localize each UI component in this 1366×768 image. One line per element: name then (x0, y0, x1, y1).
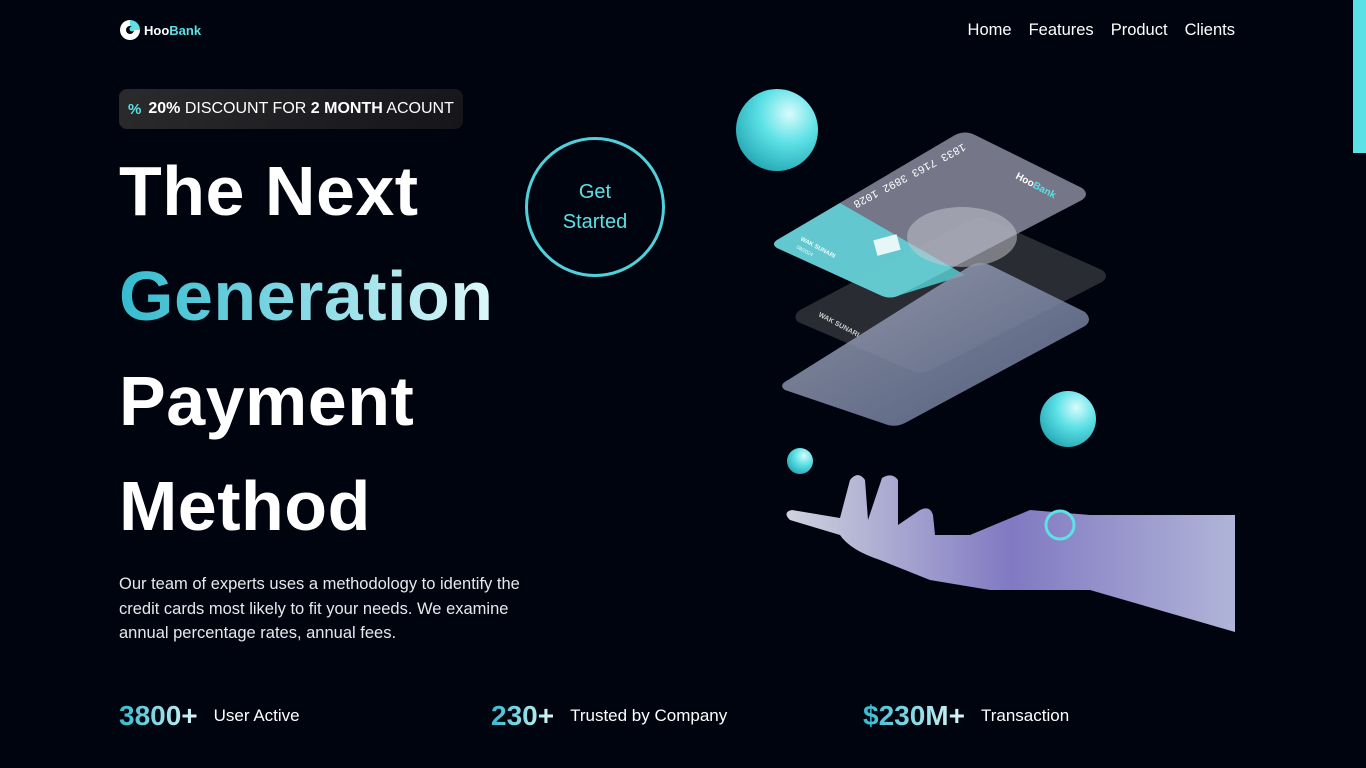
cta-line1: Get (578, 181, 612, 203)
stat-value: $230M+ (863, 700, 965, 731)
heading-line-1: The Next (119, 152, 419, 230)
badge-months: 2 MONTH (310, 100, 383, 117)
stat-label: Trusted by Company (570, 706, 728, 725)
badge-text: 20% DISCOUNT FOR 2 MONTH ACOUNT (148, 100, 454, 118)
percent-icon: % (128, 100, 142, 118)
nav-product[interactable]: Product (1111, 21, 1168, 40)
robot-arm (786, 475, 1235, 632)
sphere-small (787, 448, 813, 474)
stat-transactions: $230M+ Transaction (863, 700, 1235, 732)
badge-text1: DISCOUNT FOR (184, 100, 307, 117)
stat-value: 3800+ (119, 700, 198, 731)
stat-label: Transaction (980, 706, 1070, 725)
logo[interactable]: HooBank (119, 19, 201, 41)
stat-label: User Active (213, 706, 300, 725)
scrollbar-thumb[interactable] (1353, 0, 1366, 153)
nav-menu: Home Features Product Clients (968, 21, 1235, 40)
badge-text2: ACOUNT (386, 100, 454, 117)
logo-icon (120, 20, 140, 40)
nav-home[interactable]: Home (968, 21, 1012, 40)
stat-users: 3800+ User Active (119, 700, 491, 732)
stat-companies: 230+ Trusted by Company (491, 700, 863, 732)
nav-features[interactable]: Features (1029, 21, 1094, 40)
navbar: HooBank Home Features Product Clients (119, 16, 1235, 44)
hero-robot-hand-cards-image: WAK SUNARI 1833 7163 3892 1028 WAK SUNAR… (736, 89, 1235, 632)
get-started-button[interactable]: Get Started (525, 137, 665, 277)
sphere-large (736, 89, 818, 171)
nav-clients[interactable]: Clients (1185, 21, 1235, 40)
badge-percent: 20% (148, 100, 181, 117)
logo-text-bank: Bank (169, 22, 202, 38)
heading-line-3: Payment (119, 362, 415, 440)
heading-line-2: Generation (119, 257, 494, 335)
stat-value: 230+ (491, 700, 555, 731)
stats-row: 3800+ User Active 230+ Trusted by Company … (119, 700, 1235, 732)
logo-text-hoo: Hoo (144, 22, 170, 38)
hero-description: Our team of experts uses a methodology t… (119, 575, 520, 642)
card-top-circle-art (907, 207, 1017, 267)
discount-badge: % 20% DISCOUNT FOR 2 MONTH ACOUNT (119, 89, 463, 129)
cta-line2: Started (562, 211, 628, 233)
sphere-medium (1040, 391, 1096, 447)
heading-line-4: Method (119, 467, 371, 545)
